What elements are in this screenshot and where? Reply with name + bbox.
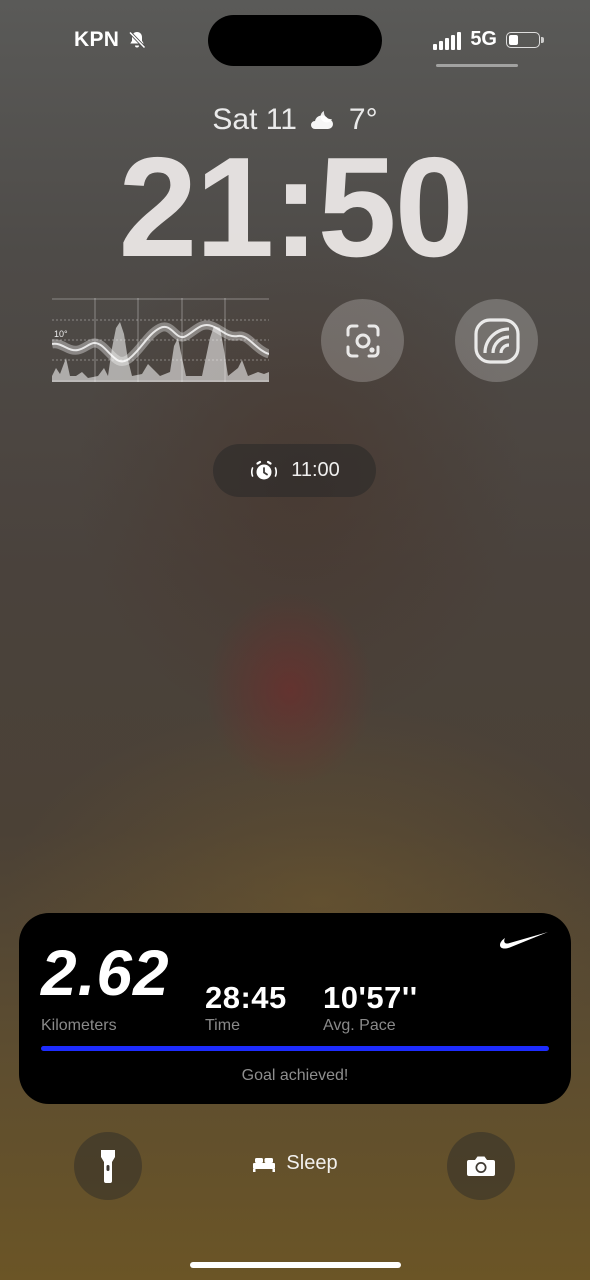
news-widget[interactable] (455, 299, 538, 382)
graph-temp-label: 10° (54, 329, 68, 339)
pace-value: 10'57'' (323, 980, 418, 1015)
control-center-grabber[interactable] (436, 64, 518, 67)
weather-graph (51, 298, 271, 382)
lens-icon (346, 324, 379, 357)
camera-icon (467, 1156, 495, 1176)
sleep-label: Sleep (286, 1152, 338, 1174)
battery-icon (506, 31, 544, 48)
pace-label: Avg. Pace (323, 1017, 396, 1034)
battery-fill (509, 34, 518, 45)
network-type: 5G (470, 28, 497, 50)
camera-button[interactable] (447, 1132, 515, 1200)
weather-graph-widget[interactable]: 10° (51, 298, 271, 382)
nike-run-live-activity[interactable]: 2.62 Kilometers 28:45 Time 10'57'' Avg. … (19, 913, 571, 1104)
news-feed-icon (473, 317, 520, 364)
time-value: 28:45 (205, 980, 287, 1015)
carrier-name: KPN (74, 28, 120, 51)
time-label: Time (205, 1017, 240, 1034)
nike-swoosh-icon (500, 932, 548, 949)
goal-progress-bar (41, 1046, 549, 1051)
distance-label: Kilometers (41, 1017, 117, 1034)
alarm-time: 11:00 (291, 459, 340, 481)
google-lens-widget[interactable] (321, 299, 404, 382)
cellular-signal-icon (433, 30, 462, 50)
alarm-clock-icon (251, 460, 278, 479)
bed-icon (253, 1157, 276, 1172)
bell-slash-icon (129, 31, 146, 49)
alarm-widget[interactable]: 11:00 (213, 444, 376, 497)
lock-screen-clock: 21:50 (118, 128, 473, 287)
home-indicator[interactable] (190, 1262, 401, 1268)
status-bar-left: KPN (74, 28, 147, 52)
goal-status: Goal achieved! (241, 1067, 349, 1084)
distance-value: 2.62 (41, 937, 170, 1009)
dynamic-island (208, 15, 382, 66)
status-bar-right: 5G (433, 28, 544, 51)
